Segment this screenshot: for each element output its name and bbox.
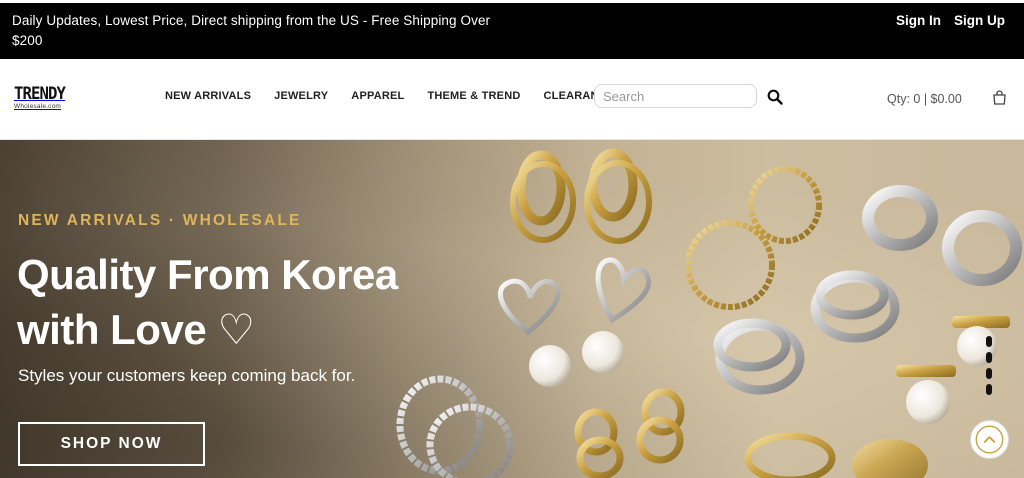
scroll-to-top-button[interactable] [970,420,1009,459]
announcement-bar: Daily Updates, Lowest Price, Direct ship… [0,3,1024,59]
carousel-dot[interactable] [986,336,992,347]
nav-apparel[interactable]: APPAREL [351,90,404,102]
search-icon[interactable] [767,89,783,105]
pearl [582,331,624,373]
gold-knot-earring [510,148,652,244]
hero-headline-line-2: with Love ♡ [17,306,255,353]
hero-subtitle: Styles your customers keep coming back f… [18,366,356,385]
silver-hoops [862,185,1022,286]
hero-headline-line-1: Quality From Korea [17,251,398,298]
carousel-dot[interactable] [986,384,992,395]
carousel-dot[interactable] [986,368,992,379]
nav-theme-trend[interactable]: THEME & TREND [427,90,520,102]
nav-new-arrivals[interactable]: NEW ARRIVALS [165,90,251,102]
logo[interactable]: TRENDY Wholesale.com [14,84,76,111]
gold-link-earrings [574,388,836,478]
auth-links: Sign In Sign Up [896,13,1005,28]
promo-text: Daily Updates, Lowest Price, Direct ship… [12,13,491,48]
pearl [529,345,571,387]
carousel-indicators [986,336,992,400]
logo-subtext: Wholesale.com [14,103,62,110]
site-header: TRENDY Wholesale.com NEW ARRIVALS JEWELR… [0,59,1024,140]
gold-chain-hoops [685,166,822,310]
chevron-up-icon [975,425,1004,454]
hero-eyebrow: NEW ARRIVALS · WHOLESALE [18,212,302,229]
sign-in-link[interactable]: Sign In [896,13,941,28]
gold-pave-earring [852,439,928,478]
sign-up-link[interactable]: Sign Up [954,13,1005,28]
main-nav: NEW ARRIVALS JEWELRY APPAREL THEME & TRE… [165,90,637,102]
shop-now-button[interactable]: SHOP NOW [18,422,205,466]
silver-chain-hoops [396,375,514,478]
logo-wordmark: TRENDY [14,84,66,104]
nav-jewelry[interactable]: JEWELRY [274,90,328,102]
heart-earrings [497,257,651,336]
hero-headline: Quality From Korea with Love ♡ [17,247,477,357]
cart-summary[interactable]: Qty: 0 | $0.00 [887,92,962,106]
carousel-dot[interactable] [986,352,992,363]
gold-bar-pearl-earrings [896,316,1010,424]
hero-banner: NEW ARRIVALS · WHOLESALE Quality From Ko… [0,140,1024,478]
search-input[interactable] [594,84,757,108]
silver-coil-earrings [713,270,900,395]
shopping-bag-icon[interactable] [992,90,1007,105]
